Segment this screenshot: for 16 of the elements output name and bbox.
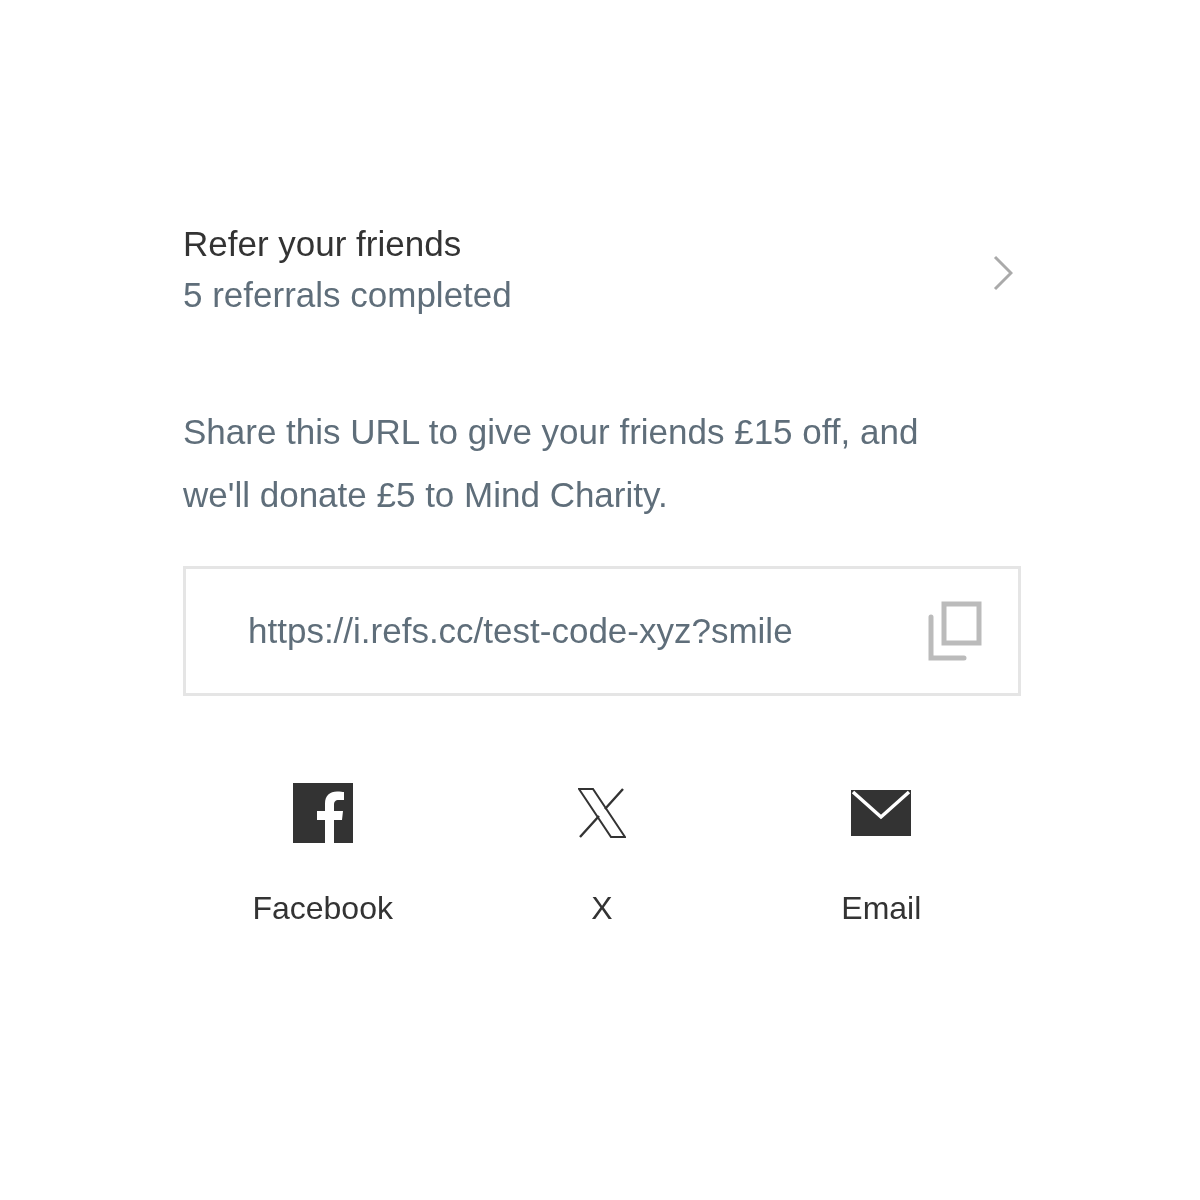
facebook-icon	[292, 783, 353, 843]
referral-count: 5 referrals completed	[183, 274, 512, 316]
url-field[interactable]: https://i.refs.cc/test-code-xyz?smile	[183, 566, 1021, 696]
description: Share this URL to give your friends £15 off, and we'll donate £5 to Mind Charity.	[183, 411, 920, 516]
share-label: X	[591, 890, 613, 927]
copy-button[interactable]	[928, 601, 982, 661]
section-title: Refer your friends	[183, 223, 463, 265]
share-button[interactable]: Email	[841, 782, 922, 927]
x-logo-icon	[578, 788, 626, 838]
share-label: Email	[841, 890, 922, 927]
share-label: Facebook	[252, 890, 393, 927]
envelope-icon	[851, 790, 912, 836]
share-button[interactable]: X	[578, 782, 626, 927]
share-button[interactable]: Facebook	[252, 782, 393, 927]
chevron-right-icon[interactable]	[993, 255, 1013, 291]
url-text: https://i.refs.cc/test-code-xyz?smile	[248, 611, 793, 651]
